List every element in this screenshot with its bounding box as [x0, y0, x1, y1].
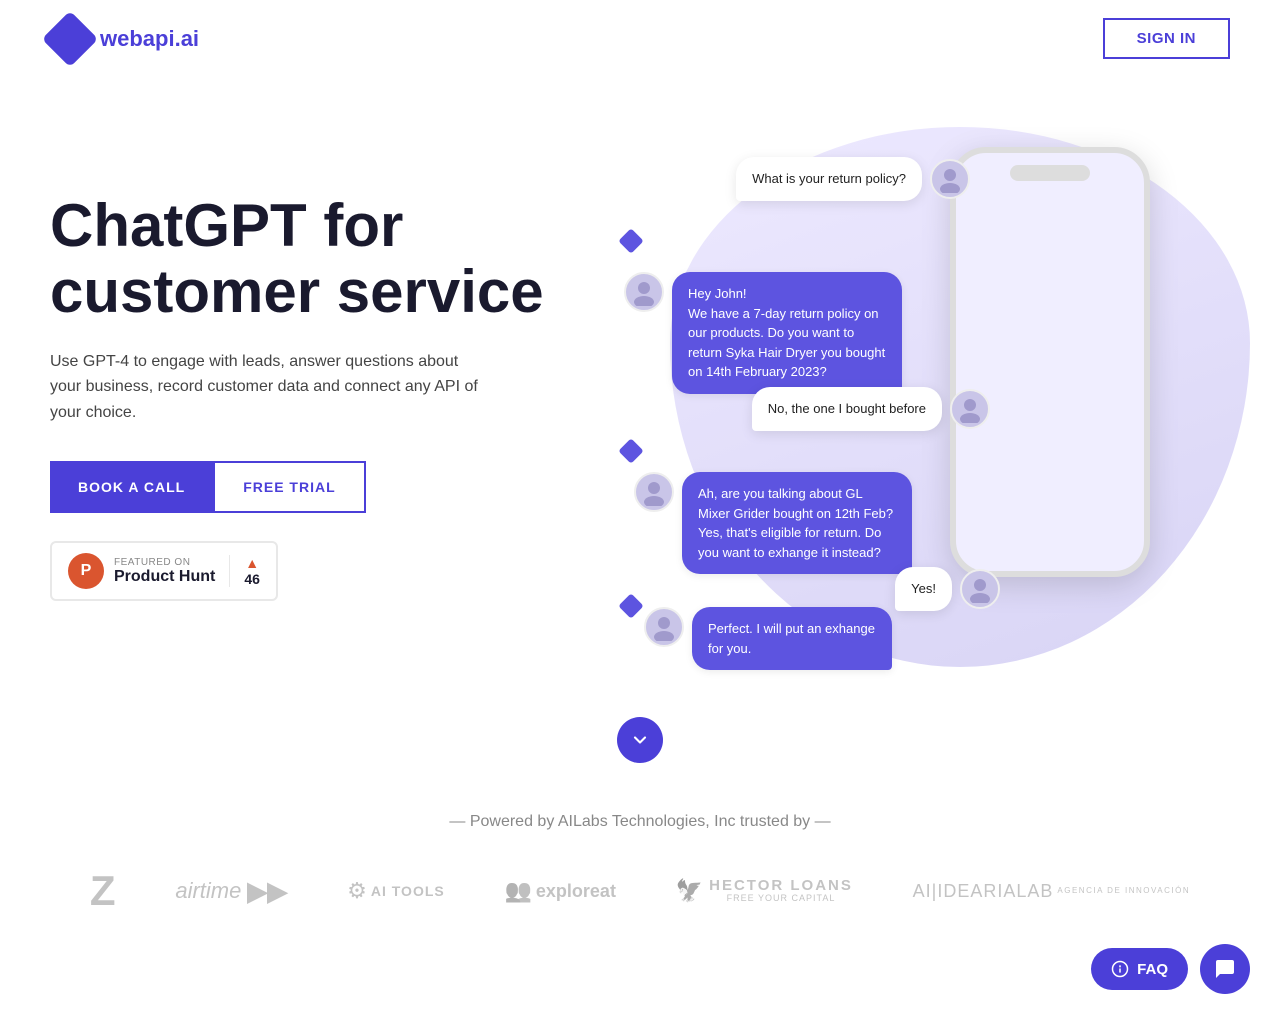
idearialab-sub: AGENCIA DE INNOVACIÓN — [1057, 887, 1190, 895]
hero-left: ChatGPT for customer service Use GPT-4 t… — [50, 193, 550, 602]
logo-diamond-icon — [42, 10, 99, 67]
faq-button[interactable]: FAQ — [1091, 948, 1188, 990]
scroll-down-button[interactable] — [617, 717, 663, 763]
hero-subtext: Use GPT-4 to engage with leads, answer q… — [50, 349, 490, 426]
product-hunt-text: FEATURED ON Product Hunt — [114, 557, 215, 586]
ph-votes: ▲ 46 — [229, 555, 260, 587]
logo-hector-loans: 🦅 HECTOR LOANS FREE YOUR CAPITAL — [676, 878, 853, 904]
logo-airtime: airtime ▶▶ — [175, 876, 287, 907]
chat-bubble-3: No, the one I bought before — [744, 387, 990, 431]
free-trial-button[interactable]: FREE TRIAL — [213, 461, 365, 513]
exploreat-text: exploreat — [536, 881, 616, 902]
idearialab-text: AI|IDEARIALAB — [913, 881, 1054, 902]
logos-row: Z airtime ▶▶ ⚙ AI TOOLS 👥 exploreat 🦅 HE… — [50, 867, 1230, 915]
exploreat-icon: 👥 — [505, 878, 532, 904]
signin-button[interactable]: SIGN IN — [1103, 18, 1230, 59]
question-icon — [1111, 960, 1129, 978]
hero-section: ChatGPT for customer service Use GPT-4 t… — [0, 77, 1280, 697]
hector-icon: 🦅 — [676, 878, 703, 904]
chat-bubble-6: Perfect. I will put an exhange for you. — [644, 607, 900, 670]
hero-buttons: BOOK A CALL FREE TRIAL — [50, 461, 550, 513]
chat-icon — [1213, 957, 1237, 981]
logo-text-plain: webapi. — [100, 26, 181, 51]
diamond-accent-2 — [618, 438, 643, 463]
ph-featured-label: FEATURED ON — [114, 557, 215, 568]
ph-name: Product Hunt — [114, 568, 215, 586]
ph-vote-count: 46 — [244, 571, 260, 587]
product-hunt-icon: P — [68, 553, 104, 589]
logo-idearialab: AI|IDEARIALAB AGENCIA DE INNOVACIÓN — [913, 881, 1190, 902]
hector-text: HECTOR LOANS FREE YOUR CAPITAL — [709, 878, 853, 904]
hero-heading: ChatGPT for customer service — [50, 193, 550, 325]
logo-aitools: ⚙ AI TOOLS — [347, 878, 445, 904]
hero-heading-line1: ChatGPT for — [50, 192, 403, 259]
chat-bubble-1: What is your return policy? — [728, 157, 970, 201]
navbar: webapi.ai SIGN IN — [0, 0, 1280, 77]
logo-text-accent: ai — [181, 26, 199, 51]
airtime-text: airtime — [175, 878, 241, 904]
chevron-down-icon — [630, 730, 650, 750]
logo-text: webapi.ai — [100, 26, 199, 52]
live-chat-button[interactable] — [1200, 944, 1250, 994]
product-hunt-badge[interactable]: P FEATURED ON Product Hunt ▲ 46 — [50, 541, 278, 601]
aitools-icon: ⚙ — [347, 878, 367, 904]
ph-upvote-icon: ▲ — [245, 555, 259, 571]
aitools-text: AI TOOLS — [371, 883, 445, 899]
chat-bubble-4: Ah, are you talking about GL Mixer Gride… — [634, 472, 920, 574]
diamond-accent-3 — [618, 593, 643, 618]
trusted-section: — Powered by AILabs Technologies, Inc tr… — [0, 773, 1280, 935]
hero-heading-line2: customer service — [50, 258, 544, 325]
airtime-icon: ▶▶ — [247, 876, 287, 907]
bottom-buttons: FAQ — [1091, 944, 1250, 994]
scroll-section — [0, 697, 1280, 773]
logo-z: Z — [90, 867, 116, 915]
logo-exploreat: 👥 exploreat — [505, 878, 616, 904]
book-call-button[interactable]: BOOK A CALL — [50, 461, 213, 513]
trusted-label: — Powered by AILabs Technologies, Inc tr… — [50, 813, 1230, 831]
diamond-accent-1 — [618, 228, 643, 253]
faq-label: FAQ — [1137, 961, 1168, 978]
logo[interactable]: webapi.ai — [50, 19, 199, 59]
chat-bubble-5: Yes! — [887, 567, 1000, 611]
chat-bubble-2: Hey John!We have a 7-day return policy o… — [624, 272, 910, 394]
hero-illustration: What is your return policy? Hey John!We … — [550, 117, 1230, 677]
